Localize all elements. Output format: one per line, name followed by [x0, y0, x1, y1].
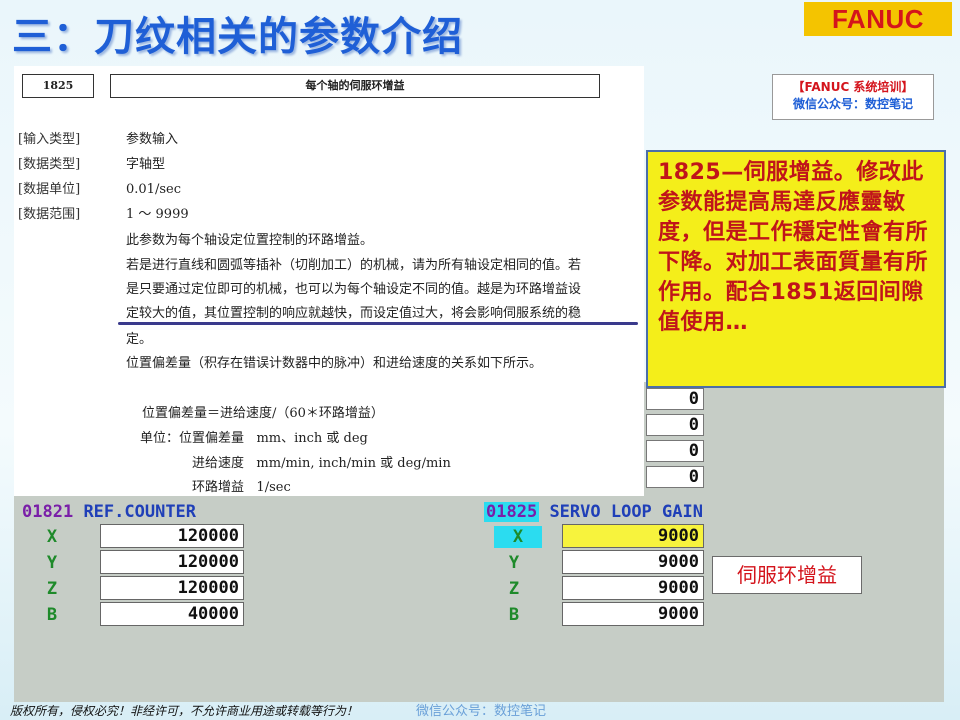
- field-value: 字轴型: [126, 157, 166, 172]
- unit-label: 单位：: [140, 431, 180, 446]
- formula: 位置偏差量＝进给速度/（60＊环路增益）: [142, 406, 384, 421]
- axis-label-x-selected: X: [494, 526, 542, 548]
- copyright-notice: 版权所有，侵权必究！非经许可，不允许商业用途或转载等行为！: [10, 704, 359, 718]
- footer-wechat: 微信公众号：数控笔记: [416, 704, 547, 719]
- field-key: [输入类型]: [18, 132, 81, 147]
- side-value[interactable]: 0: [646, 466, 704, 488]
- watermark-line1: 【FANUC 系统培训】: [792, 80, 914, 94]
- unit-row: 进给速度 mm/min, inch/min 或 deg/min: [192, 452, 451, 471]
- ref-counter-z-field[interactable]: 120000: [100, 576, 244, 600]
- param-name-box: 每个轴的伺服环增益: [110, 74, 600, 98]
- side-value[interactable]: 0: [646, 414, 704, 436]
- paragraph-line: 定较大的值，其位置控制的响应就越快，而设定值过大，将会影响伺服系统的稳: [126, 306, 582, 321]
- watermark-line2: 微信公众号：数控笔记: [792, 97, 913, 111]
- field-data-type: [数据类型] 字轴型: [18, 153, 165, 172]
- left-param-name: REF.COUNTER: [83, 502, 197, 522]
- side-value[interactable]: 0: [646, 388, 704, 410]
- left-param-header: 01821 REF.COUNTER: [22, 500, 196, 524]
- field-value: 1 ～ 9999: [126, 207, 189, 222]
- paragraph-line: 定。: [126, 332, 153, 347]
- axis-label-y: Y: [508, 553, 520, 573]
- servo-gain-y-field[interactable]: 9000: [562, 550, 704, 574]
- servo-gain-x-field[interactable]: 9000: [562, 524, 704, 548]
- field-key: [数据范围]: [18, 207, 81, 222]
- param-number-box: 1825: [22, 74, 94, 98]
- axis-label-x: X: [46, 527, 58, 547]
- field-value: 0.01/sec: [126, 182, 181, 197]
- watermark-box: 【FANUC 系统培训】 微信公众号：数控笔记: [772, 74, 934, 120]
- axis-label-z: Z: [508, 579, 520, 599]
- unit-row: 单位：位置偏差量 mm、inch 或 deg: [140, 427, 368, 446]
- annotation-callout: 1825—伺服增益。修改此参数能提高馬達反應靈敏度，但是工作穩定性會有所下降。对…: [646, 150, 946, 388]
- field-data-unit: [数据单位] 0.01/sec: [18, 178, 181, 197]
- paragraph-line: 若是进行直线和圆弧等插补（切削加工）的机械，请为所有轴设定相同的值。若: [126, 258, 582, 273]
- parameter-manual-page: 1825 每个轴的伺服环增益 [输入类型] 参数输入 [数据类型] 字轴型 [数据单…: [14, 66, 644, 496]
- right-param-name: SERVO LOOP GAIN: [549, 502, 703, 522]
- unit-value: 1/sec: [256, 480, 291, 495]
- unit-value: mm、inch 或 deg: [256, 431, 368, 446]
- highlight-underline: [118, 322, 638, 325]
- right-param-header: 01825 SERVO LOOP GAIN: [484, 500, 703, 524]
- axis-label-b: B: [508, 605, 520, 625]
- axis-label-y: Y: [46, 553, 58, 573]
- field-input-type: [输入类型] 参数输入: [18, 128, 178, 147]
- field-data-range: [数据范围] 1 ～ 9999: [18, 203, 189, 222]
- paragraph-line: 是只要通过定位即可的机械，也可以为每个轴设定不同的值。越是为环路增益设: [126, 282, 582, 297]
- axis-label-b: B: [46, 605, 58, 625]
- side-value[interactable]: 0: [646, 440, 704, 462]
- unit-name: 位置偏差量: [179, 431, 245, 446]
- field-value: 参数输入: [126, 132, 179, 147]
- unit-name: 进给速度: [192, 456, 245, 471]
- axis-label-z: Z: [46, 579, 58, 599]
- field-key: [数据单位]: [18, 182, 81, 197]
- slide-title: 三：刀纹相关的参数介绍: [12, 14, 463, 60]
- servo-gain-z-field[interactable]: 9000: [562, 576, 704, 600]
- paragraph-line: 此参数为每个轴设定位置控制的环路增益。: [126, 233, 374, 248]
- field-key: [数据类型]: [18, 157, 81, 172]
- ref-counter-b-field[interactable]: 40000: [100, 602, 244, 626]
- ref-counter-y-field[interactable]: 120000: [100, 550, 244, 574]
- servo-gain-b-field[interactable]: 9000: [562, 602, 704, 626]
- paragraph-line: 位置偏差量（积存在错误计数器中的脉冲）和进给速度的关系如下所示。: [126, 356, 543, 371]
- right-param-number: 01825: [484, 502, 540, 522]
- fanuc-logo: FANUC: [804, 2, 952, 36]
- ref-counter-x-field[interactable]: 120000: [100, 524, 244, 548]
- left-param-number: 01821: [22, 502, 74, 522]
- unit-name: 环路增益: [192, 480, 245, 495]
- unit-row: 环路增益 1/sec: [192, 476, 291, 495]
- unit-value: mm/min, inch/min 或 deg/min: [256, 456, 451, 471]
- servo-gain-label: 伺服环增益: [712, 556, 862, 594]
